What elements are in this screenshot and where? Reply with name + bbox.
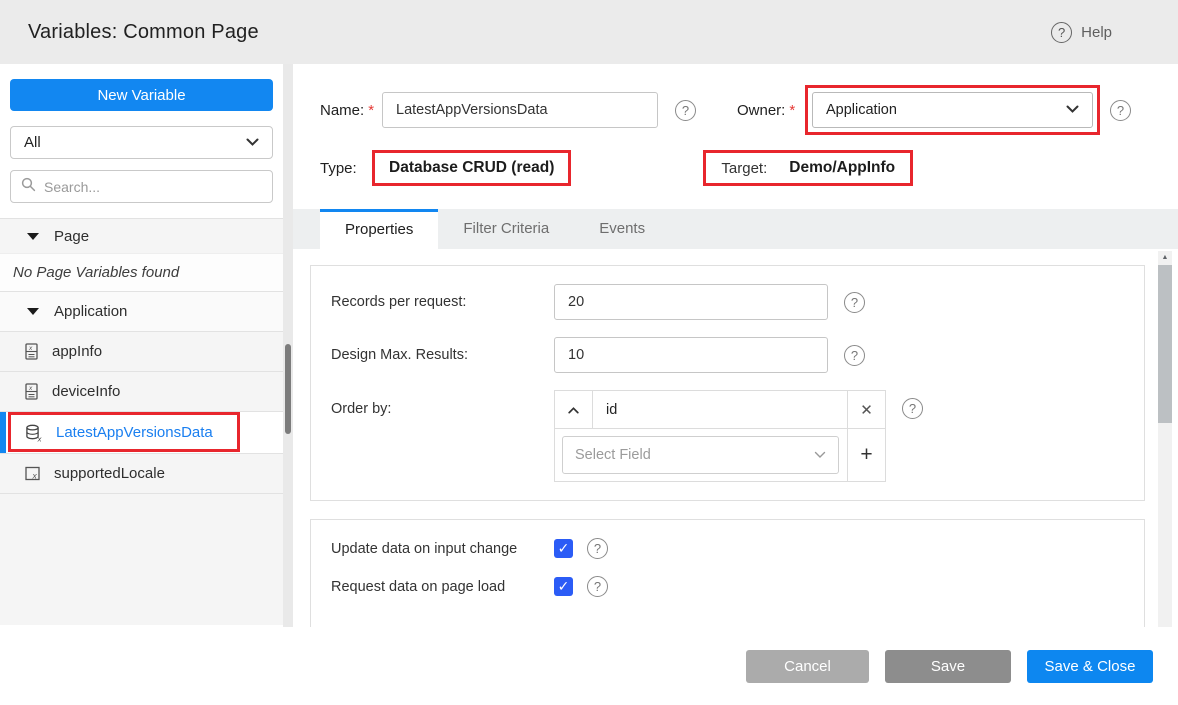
tab-events[interactable]: Events	[574, 209, 670, 249]
remove-field-button[interactable]: ✕	[847, 391, 885, 428]
properties-panel: Records per request: ? Design Max. Resul…	[293, 249, 1178, 639]
name-label: Name:*	[320, 102, 382, 119]
database-variable-icon: x	[25, 424, 43, 442]
tree-group-page[interactable]: Page	[0, 218, 283, 253]
select-field-dropdown[interactable]: Select Field	[562, 436, 839, 474]
dialog-footer: Cancel Save Save & Close	[0, 627, 1178, 705]
chevron-up-icon	[568, 401, 579, 419]
save-button[interactable]: Save	[885, 650, 1011, 683]
name-help-icon[interactable]: ?	[675, 100, 696, 121]
chevron-down-icon	[246, 134, 259, 151]
tree-item-appinfo[interactable]: x appInfo	[0, 331, 283, 371]
select-field-placeholder: Select Field	[575, 447, 651, 463]
required-marker: *	[789, 102, 795, 119]
search-box	[10, 170, 273, 203]
tree-group-application[interactable]: Application	[0, 291, 283, 331]
variable-editor: Name:* ? Owner:* Application ?	[293, 64, 1178, 705]
sidebar-scrollbar[interactable]	[283, 64, 293, 627]
svg-text:x: x	[37, 434, 42, 442]
design-max-results-help-icon[interactable]: ?	[844, 345, 865, 366]
variable-summary-form: Name:* ? Owner:* Application ?	[293, 64, 1178, 188]
help-icon: ?	[1051, 22, 1072, 43]
tabbar: Properties Filter Criteria Events	[293, 209, 1178, 249]
order-by-field[interactable]: id	[593, 391, 847, 428]
tree-group-label: Page	[54, 228, 89, 245]
type-annotation-box: Database CRUD (read)	[372, 150, 571, 186]
object-variable-icon: x	[25, 383, 39, 401]
records-per-request-input[interactable]	[554, 284, 828, 320]
update-data-label: Update data on input change	[331, 541, 554, 557]
sort-direction-button[interactable]	[555, 391, 593, 428]
variable-name-input[interactable]	[382, 92, 658, 128]
selected-indicator	[0, 412, 6, 453]
tab-filter-criteria[interactable]: Filter Criteria	[438, 209, 574, 249]
help-button[interactable]: ? Help	[1051, 22, 1112, 43]
variables-sidebar: New Variable All Page No Page	[0, 64, 293, 705]
update-data-help-icon[interactable]: ?	[587, 538, 608, 559]
content-scrollbar[interactable]: ▲ ▼	[1158, 251, 1172, 637]
tree-item-label: deviceInfo	[52, 383, 120, 400]
object-variable-icon: x	[25, 343, 39, 361]
tree-item-supportedlocale[interactable]: x supportedLocale	[0, 453, 283, 493]
request-data-help-icon[interactable]: ?	[587, 576, 608, 597]
design-max-results-label: Design Max. Results:	[331, 347, 554, 363]
save-and-close-button[interactable]: Save & Close	[1027, 650, 1153, 683]
add-field-button[interactable]: +	[847, 429, 885, 481]
help-label: Help	[1081, 24, 1112, 41]
tree-item-deviceinfo[interactable]: x deviceInfo	[0, 371, 283, 411]
tree-item-label: supportedLocale	[54, 465, 165, 482]
sidebar-scrollbar-thumb[interactable]	[285, 344, 291, 434]
tree-item-label: LatestAppVersionsData	[56, 424, 213, 441]
update-data-checkbox[interactable]: ✓	[554, 539, 573, 558]
tree-filler	[0, 493, 283, 625]
page-title: Variables: Common Page	[28, 21, 259, 44]
target-value: Demo/AppInfo	[789, 159, 895, 177]
list-variable-icon: x	[25, 465, 41, 482]
request-data-label: Request data on page load	[331, 579, 554, 595]
design-max-results-input[interactable]	[554, 337, 828, 373]
request-data-checkbox[interactable]: ✓	[554, 577, 573, 596]
owner-value: Application	[826, 102, 897, 118]
search-icon	[21, 177, 36, 197]
caret-down-icon	[27, 233, 39, 240]
svg-text:x: x	[32, 471, 38, 481]
scroll-up-icon[interactable]: ▲	[1158, 254, 1172, 261]
order-by-help-icon[interactable]: ?	[902, 398, 923, 419]
type-label: Type:	[320, 160, 372, 177]
content-scrollbar-thumb[interactable]	[1158, 265, 1172, 423]
tab-properties[interactable]: Properties	[320, 209, 438, 249]
records-per-request-help-icon[interactable]: ?	[844, 292, 865, 313]
variables-tree: Page No Page Variables found Application…	[0, 218, 283, 625]
caret-down-icon	[27, 308, 39, 315]
target-annotation-box: Target: Demo/AppInfo	[703, 150, 913, 186]
tree-group-label: Application	[54, 303, 127, 320]
target-label: Target:	[721, 160, 767, 177]
page-empty-message: No Page Variables found	[0, 253, 283, 291]
tree-item-latestappversionsdata[interactable]: x LatestAppVersionsData	[0, 411, 283, 453]
records-per-request-label: Records per request:	[331, 294, 554, 310]
owner-help-icon[interactable]: ?	[1110, 100, 1131, 121]
cancel-button[interactable]: Cancel	[746, 650, 869, 683]
variable-filter-select[interactable]: All	[10, 126, 273, 159]
type-value: Database CRUD (read)	[389, 159, 554, 176]
owner-annotation-box: Application	[805, 85, 1100, 135]
required-marker: *	[368, 102, 374, 119]
chevron-down-icon	[1066, 102, 1079, 118]
tree-item-label: appInfo	[52, 343, 102, 360]
query-settings-card: Records per request: ? Design Max. Resul…	[310, 265, 1145, 501]
new-variable-button[interactable]: New Variable	[10, 79, 273, 111]
owner-label: Owner:*	[737, 102, 805, 119]
chevron-down-icon	[814, 447, 826, 463]
order-by-label: Order by:	[331, 390, 554, 428]
variable-filter-value: All	[24, 134, 41, 151]
data-behavior-card: Update data on input change ✓ ? Request …	[310, 519, 1145, 639]
order-by-widget: id ✕ Select Field	[554, 390, 886, 482]
search-input[interactable]	[44, 179, 262, 195]
owner-select[interactable]: Application	[812, 92, 1093, 128]
dialog-header: Variables: Common Page ? Help	[0, 0, 1178, 64]
